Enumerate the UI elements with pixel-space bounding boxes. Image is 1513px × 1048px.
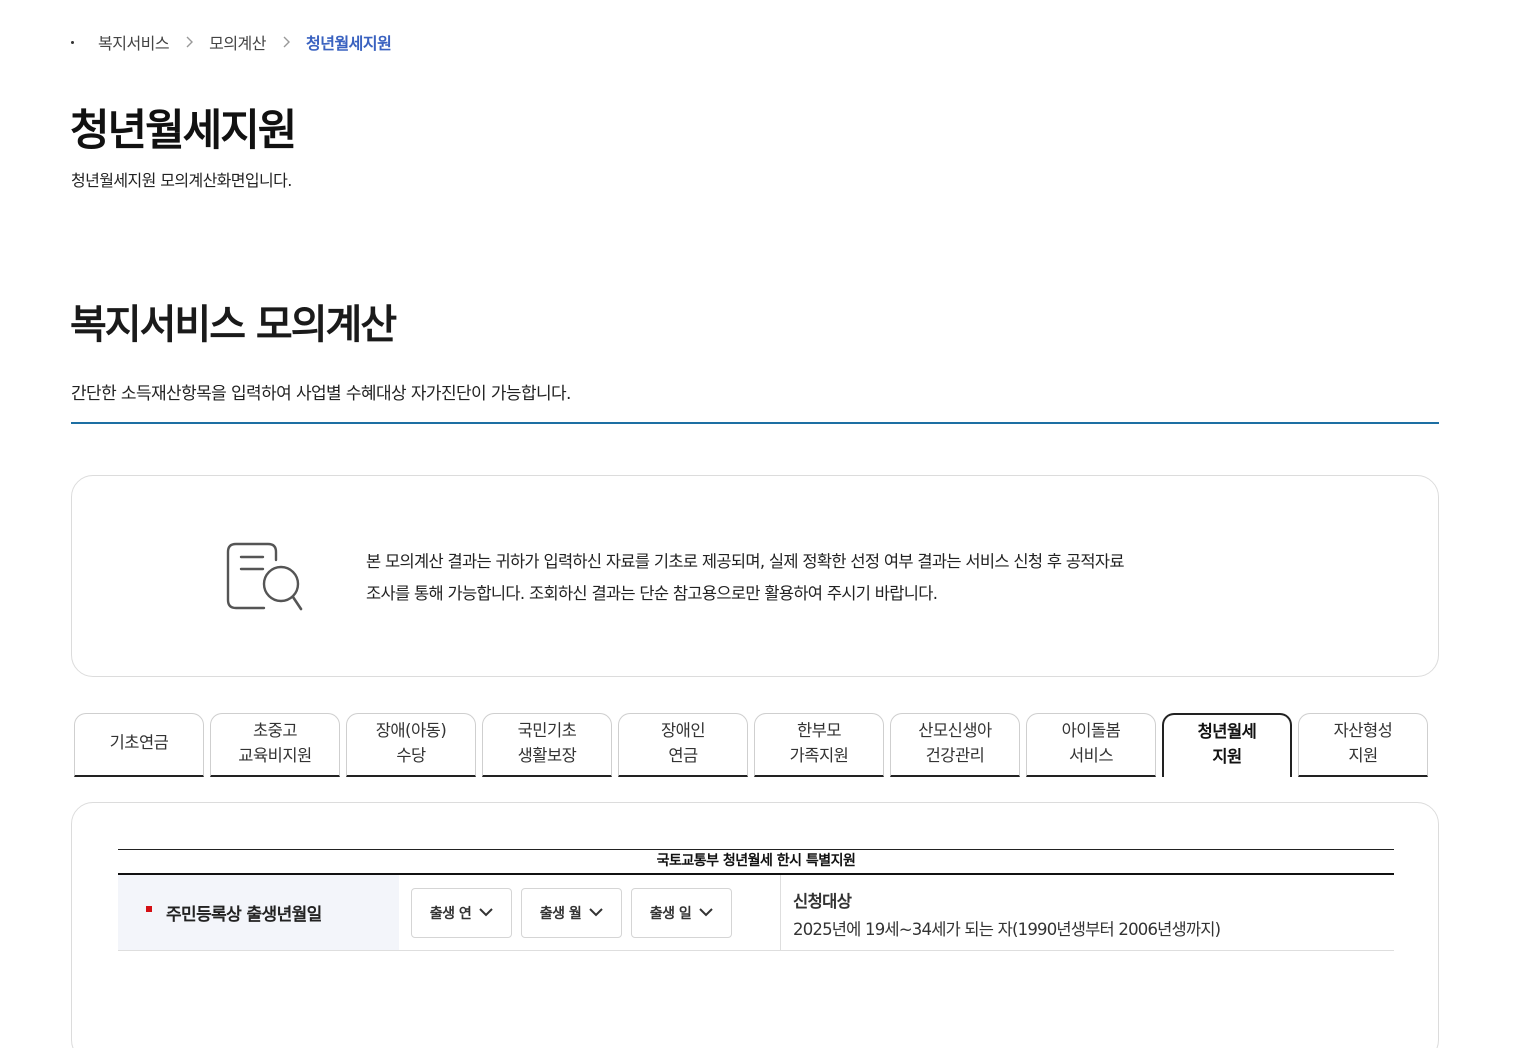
tab-label: 청년월세 (1197, 722, 1257, 741)
select-label: 출생 일 (649, 905, 692, 922)
breadcrumb-current: 청년월세지원 (306, 34, 392, 53)
table-caption: 국토교통부 청년월세 한시 특별지원 (118, 849, 1394, 875)
page-title: 청년월세지원 (70, 106, 297, 156)
tab-single-parent[interactable]: 한부모 가족지원 (754, 713, 884, 777)
breadcrumb-item-calc[interactable]: 모의계산 (209, 30, 266, 54)
birthdate-inputs: 출생 연 출생 월 출생 일 (399, 875, 781, 950)
section-divider (71, 422, 1439, 424)
tab-label: 산모신생아 (918, 720, 992, 740)
chevron-down-icon (589, 908, 603, 917)
tab-asset-building[interactable]: 자산형성 지원 (1298, 713, 1428, 777)
tab-label: 초중고 (252, 720, 298, 740)
calc-panel: 국토교통부 청년월세 한시 특별지원 주민등록상 출생년월일 출생 연 출생 월… (71, 802, 1439, 1048)
chevron-right-icon (281, 36, 291, 48)
tab-label: 가족지원 (789, 745, 849, 765)
notice-box: 본 모의계산 결과는 귀하가 입력하신 자료를 기초로 제공되며, 실제 정확한… (71, 475, 1439, 677)
birth-month-select[interactable]: 출생 월 (521, 887, 622, 938)
service-tabs: 기초연금 초중고 교육비지원 장애(아동) 수당 국민기초 생활보장 장애인 연… (74, 713, 1428, 777)
breadcrumb: 복지서비스 모의계산 청년월세지원 (71, 30, 392, 54)
breadcrumb-item-welfare[interactable]: 복지서비스 (98, 30, 170, 54)
select-label: 출생 월 (539, 905, 582, 922)
calc-table: 국토교통부 청년월세 한시 특별지원 주민등록상 출생년월일 출생 연 출생 월… (118, 849, 1394, 951)
tab-label: 연금 (668, 745, 698, 765)
tab-label: 기초연금 (109, 733, 169, 752)
eligibility-info: 신청대상 2025년에 19세~34세가 되는 자(1990년생부터 2006년… (781, 875, 1221, 950)
document-search-icon (226, 540, 304, 612)
tab-label: 지원 (1212, 747, 1242, 766)
tab-childcare-service[interactable]: 아이돌봄 서비스 (1026, 713, 1156, 777)
chevron-right-icon (184, 36, 194, 48)
birthdate-label: 주민등록상 출생년월일 (166, 905, 322, 925)
tab-youth-rent-support[interactable]: 청년월세 지원 (1162, 713, 1292, 777)
tab-disabled-child-allowance[interactable]: 장애(아동) 수당 (346, 713, 476, 777)
breadcrumb-bullet (71, 40, 74, 44)
page-subtitle: 청년월세지원 모의계산화면입니다. (71, 171, 292, 190)
tab-label: 생활보장 (517, 745, 577, 765)
chevron-down-icon (699, 908, 713, 917)
notice-text: 본 모의계산 결과는 귀하가 입력하신 자료를 기초로 제공되며, 실제 정확한… (366, 546, 1206, 610)
tab-label: 한부모 (796, 720, 842, 740)
birth-day-select[interactable]: 출생 일 (631, 887, 732, 938)
tab-label: 아이돌봄 (1061, 720, 1121, 740)
notice-line: 조사를 통해 가능합니다. 조회하신 결과는 단순 참고용으로만 활용하여 주시… (366, 584, 938, 603)
tab-label: 국민기초 (517, 720, 577, 740)
tab-label: 자산형성 (1333, 720, 1393, 740)
tab-basic-livelihood[interactable]: 국민기초 생활보장 (482, 713, 612, 777)
table-row: 주민등록상 출생년월일 출생 연 출생 월 출생 일 신청대상 2025년에 1… (118, 875, 1394, 951)
eligibility-text: 2025년에 19세~34세가 되는 자(1990년생부터 2006년생까지) (793, 920, 1221, 939)
tab-education-support[interactable]: 초중고 교육비지원 (210, 713, 340, 777)
tab-basic-pension[interactable]: 기초연금 (74, 713, 204, 777)
required-marker-icon (146, 905, 152, 912)
tab-label: 서비스 (1068, 745, 1114, 765)
chevron-down-icon (479, 908, 493, 917)
tab-label: 수당 (396, 745, 426, 765)
tab-label: 장애인 (660, 720, 706, 740)
eligibility-title: 신청대상 (793, 892, 852, 911)
section-title: 복지서비스 모의계산 (70, 302, 397, 348)
tab-label: 건강관리 (925, 745, 985, 765)
row-label-cell: 주민등록상 출생년월일 (118, 875, 399, 950)
tab-label: 장애(아동) (375, 720, 447, 740)
tab-label: 교육비지원 (238, 745, 312, 765)
section-description: 간단한 소득재산항목을 입력하여 사업별 수혜대상 자가진단이 가능합니다. (71, 384, 571, 404)
select-label: 출생 연 (429, 905, 472, 922)
tab-maternal-newborn[interactable]: 산모신생아 건강관리 (890, 713, 1020, 777)
notice-line: 본 모의계산 결과는 귀하가 입력하신 자료를 기초로 제공되며, 실제 정확한… (366, 552, 1125, 571)
tab-disability-pension[interactable]: 장애인 연금 (618, 713, 748, 777)
tab-label: 지원 (1348, 745, 1378, 765)
birth-year-select[interactable]: 출생 연 (411, 887, 512, 938)
